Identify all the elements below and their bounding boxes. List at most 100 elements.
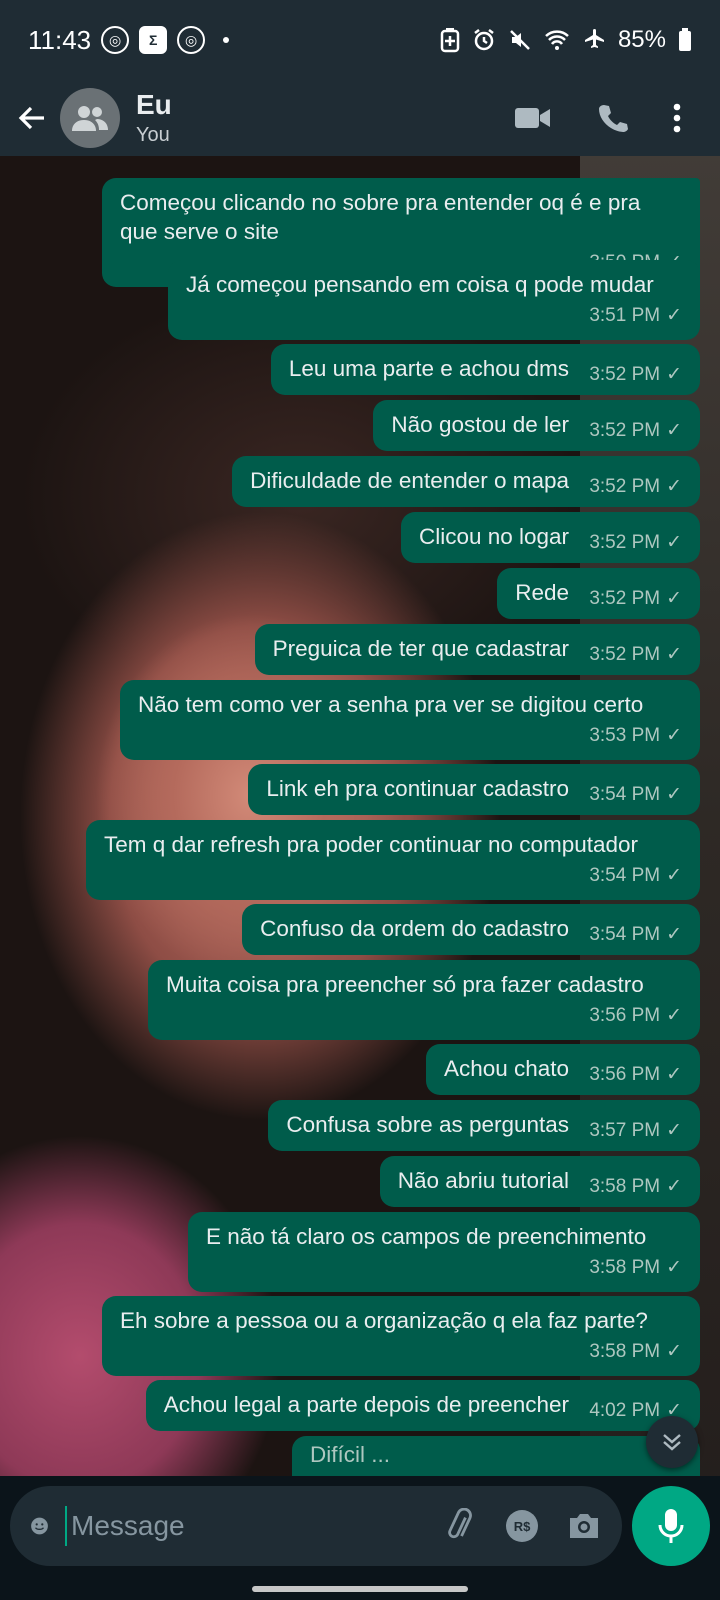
message-text: Achou chato bbox=[443, 1056, 570, 1081]
message-text: Achou legal a parte depois de preencher bbox=[163, 1392, 570, 1417]
system-nav-bar bbox=[0, 1576, 720, 1600]
input-icons: R$ bbox=[442, 1508, 602, 1544]
message-time: 3:56 PM bbox=[589, 1064, 661, 1085]
more-options-icon[interactable] bbox=[672, 102, 682, 134]
message-bubble[interactable]: Não abriu tutorial 3:58 PM ✓ bbox=[379, 1156, 700, 1207]
message-bubble[interactable]: Clicou no logar 3:52 PM ✓ bbox=[400, 512, 700, 563]
emoji-icon[interactable] bbox=[30, 1509, 49, 1543]
chat-header: Eu You bbox=[0, 80, 720, 156]
message-text: Eh sobre a pessoa ou a organização q ela… bbox=[120, 1308, 648, 1333]
message-bubble[interactable]: Tem q dar refresh pra poder continuar no… bbox=[86, 820, 700, 900]
message-bubble[interactable]: Muita coisa pra preencher só pra fazer c… bbox=[148, 960, 700, 1040]
message-meta: 3:58 PM ✓ bbox=[120, 1337, 682, 1366]
status-left: 11:43 ◎ Σ ◎ bbox=[28, 25, 230, 56]
message-meta: 3:57 PM ✓ bbox=[589, 1116, 682, 1145]
message-time: 3:58 PM bbox=[589, 1176, 661, 1197]
sent-check-icon: ✓ bbox=[666, 1257, 682, 1278]
airplane-mode-icon bbox=[584, 29, 604, 48]
message-text: Não tem como ver a senha pra ver se digi… bbox=[138, 692, 644, 717]
message-bubble[interactable]: Preguica de ter que cadastrar 3:52 PM ✓ bbox=[254, 624, 700, 675]
message-time: 3:54 PM bbox=[589, 924, 661, 945]
message-bubble[interactable]: Não tem como ver a senha pra ver se digi… bbox=[120, 680, 700, 760]
message-text: Tem q dar refresh pra poder continuar no… bbox=[104, 832, 639, 857]
message-text: Preguica de ter que cadastrar bbox=[272, 636, 570, 661]
message-text: Não abriu tutorial bbox=[397, 1168, 570, 1193]
message-meta: 3:52 PM ✓ bbox=[589, 528, 682, 557]
status-bar: 11:43 ◎ Σ ◎ 85% bbox=[0, 0, 720, 80]
message-meta: 3:54 PM ✓ bbox=[589, 780, 682, 809]
header-actions bbox=[514, 102, 706, 134]
message-time: 3:53 PM bbox=[589, 725, 661, 746]
message-text: Muita coisa pra preencher só pra fazer c… bbox=[166, 972, 644, 997]
back-button[interactable] bbox=[14, 100, 50, 136]
sent-check-icon: ✓ bbox=[666, 420, 682, 441]
attach-icon[interactable] bbox=[442, 1508, 478, 1544]
notification-icon: ◎ bbox=[101, 26, 130, 54]
voice-message-button[interactable] bbox=[632, 1486, 710, 1566]
message-text: Confusa sobre as perguntas bbox=[286, 1112, 570, 1137]
message-meta: 3:56 PM ✓ bbox=[166, 1001, 682, 1030]
message-meta: 3:54 PM ✓ bbox=[104, 861, 682, 890]
sent-check-icon: ✓ bbox=[666, 725, 682, 746]
group-avatar[interactable] bbox=[60, 88, 120, 148]
sent-check-icon: ✓ bbox=[666, 865, 682, 886]
message-text: Começou clicando no sobre pra entender o… bbox=[120, 190, 641, 244]
message-input[interactable] bbox=[65, 1506, 432, 1546]
chat-area[interactable]: Começou clicando no sobre pra entender o… bbox=[0, 156, 720, 1476]
message-bubble[interactable]: Achou chato 3:56 PM ✓ bbox=[425, 1044, 700, 1095]
voice-call-icon[interactable] bbox=[596, 102, 628, 134]
message-time: 3:58 PM bbox=[589, 1257, 661, 1278]
message-text: Dificuldade de entender o mapa bbox=[250, 468, 570, 493]
message-bubble[interactable]: Link eh pra continuar cadastro 3:54 PM ✓ bbox=[248, 764, 700, 815]
wifi-icon bbox=[545, 30, 569, 50]
message-time: 3:52 PM bbox=[589, 532, 661, 553]
message-meta: 3:52 PM ✓ bbox=[589, 584, 682, 613]
video-call-icon[interactable] bbox=[514, 106, 552, 130]
message-bubble[interactable]: E não tá claro os campos de preenchiment… bbox=[188, 1212, 700, 1292]
camera-icon[interactable] bbox=[566, 1510, 602, 1542]
message-text: Link eh pra continuar cadastro bbox=[266, 776, 570, 801]
message-text: E não tá claro os campos de preenchiment… bbox=[206, 1224, 647, 1249]
sent-check-icon: ✓ bbox=[666, 1176, 682, 1197]
chat-title-block[interactable]: Eu You bbox=[136, 88, 172, 148]
mute-icon bbox=[510, 30, 530, 50]
battery-saver-icon bbox=[440, 28, 460, 53]
message-meta: 3:52 PM ✓ bbox=[589, 472, 682, 501]
svg-text:R$: R$ bbox=[514, 1519, 531, 1534]
message-bubble[interactable]: Não gostou de ler 3:52 PM ✓ bbox=[373, 400, 700, 451]
message-bubble[interactable]: Rede 3:52 PM ✓ bbox=[497, 568, 700, 619]
sent-check-icon: ✓ bbox=[666, 476, 682, 497]
message-bubble[interactable]: Eh sobre a pessoa ou a organização q ela… bbox=[102, 1296, 700, 1376]
message-time: 3:52 PM bbox=[589, 588, 661, 609]
message-bubble[interactable]: Confusa sobre as perguntas 3:57 PM ✓ bbox=[268, 1100, 700, 1151]
message-text: Difícil ... bbox=[310, 1442, 391, 1467]
scroll-to-bottom-button[interactable] bbox=[646, 1416, 698, 1468]
payment-icon[interactable]: R$ bbox=[504, 1508, 540, 1544]
message-time: 3:51 PM bbox=[589, 305, 661, 326]
sent-check-icon: ✓ bbox=[666, 588, 682, 609]
status-right: 85% bbox=[440, 26, 692, 54]
message-text: Clicou no logar bbox=[418, 524, 570, 549]
message-bubble-partial[interactable]: Difícil ... bbox=[292, 1436, 700, 1476]
sent-check-icon: ✓ bbox=[666, 1005, 682, 1026]
message-bubble[interactable]: Confuso da ordem do cadastro 3:54 PM ✓ bbox=[242, 904, 700, 955]
back-arrow-icon bbox=[18, 106, 44, 130]
sent-check-icon: ✓ bbox=[666, 532, 682, 553]
message-text: Já começou pensando em coisa q pode muda… bbox=[186, 272, 654, 297]
message-text: Rede bbox=[515, 580, 570, 605]
message-time: 3:56 PM bbox=[589, 1005, 661, 1026]
gesture-handle[interactable] bbox=[252, 1586, 468, 1592]
battery-icon bbox=[679, 28, 691, 51]
message-bubble[interactable]: Dificuldade de entender o mapa 3:52 PM ✓ bbox=[232, 456, 700, 507]
group-icon bbox=[72, 106, 108, 131]
message-bubble[interactable]: Leu uma parte e achou dms 3:52 PM ✓ bbox=[270, 344, 700, 395]
message-meta: 3:52 PM ✓ bbox=[589, 360, 682, 389]
message-time: 3:57 PM bbox=[589, 1120, 661, 1141]
message-bubble[interactable]: Já começou pensando em coisa q pode muda… bbox=[168, 260, 700, 340]
sent-check-icon: ✓ bbox=[666, 364, 682, 385]
notification-icon-2: ◎ bbox=[177, 26, 206, 54]
message-meta: 3:53 PM ✓ bbox=[138, 721, 682, 750]
message-bubble[interactable]: Achou legal a parte depois de preencher … bbox=[145, 1380, 700, 1431]
battery-percent: 85% bbox=[617, 26, 666, 53]
sent-check-icon: ✓ bbox=[666, 1341, 682, 1362]
